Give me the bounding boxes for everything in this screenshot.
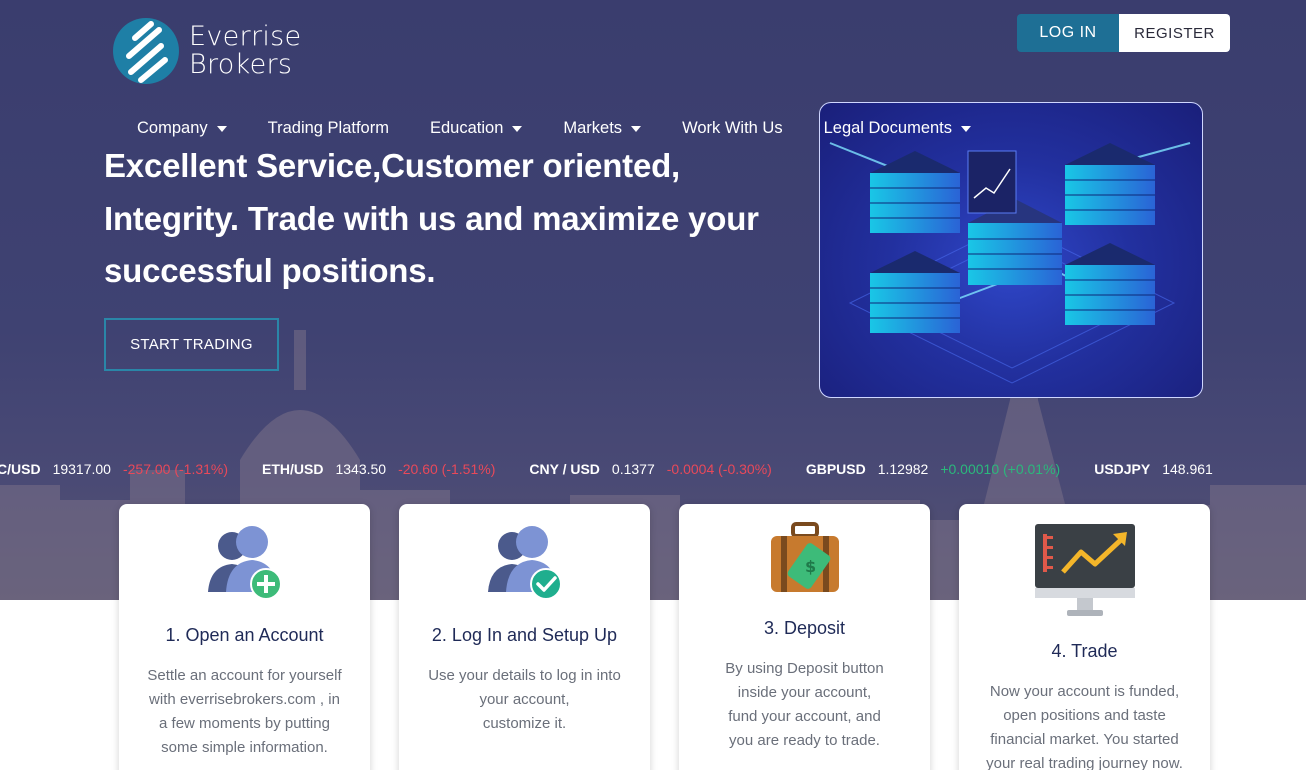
step-body-line: Now your account is funded,: [989, 683, 1180, 700]
ticker-price: 148.961: [1162, 461, 1213, 477]
ticker-symbol: USDJPY: [1094, 461, 1151, 477]
chevron-down-icon: [216, 125, 227, 132]
step-body-line: your real trading journey now.: [986, 755, 1183, 770]
start-trading-button[interactable]: START TRADING: [104, 318, 279, 371]
nav-item-trading-platform[interactable]: Trading Platform: [268, 119, 389, 138]
login-button[interactable]: LOG IN: [1017, 14, 1119, 52]
step-body-line: Use your details to log in into: [428, 667, 621, 684]
ticker-price: 1.12982: [877, 461, 929, 477]
ticker-symbol: ETH/USD: [262, 461, 324, 477]
nav-item-legal-documents[interactable]: Legal Documents: [823, 119, 972, 138]
nav-label: Markets: [563, 119, 623, 137]
nav-label: Company: [137, 119, 208, 137]
step-body: Use your details to log in into your acc…: [419, 664, 630, 736]
ticker-price: 0.1377: [611, 461, 655, 477]
money-briefcase-icon: $: [679, 522, 930, 596]
step-body-line: a few moments by putting: [159, 715, 330, 732]
step-card-open-account: 1. Open an Account Settle an account for…: [119, 504, 370, 770]
step-body-line: with everrisebrokers.com , in: [149, 691, 340, 708]
step-title: 1. Open an Account: [165, 625, 324, 645]
nav-label: Trading Platform: [267, 119, 389, 137]
nav-label: Legal Documents: [823, 119, 953, 137]
step-body-line: open positions and taste: [1003, 707, 1166, 724]
ticker-price: 1343.50: [335, 461, 387, 477]
step-body-line: By using Deposit button: [725, 660, 884, 677]
ticker-price: 19317.00: [52, 461, 111, 477]
brand-line1: Everrise: [189, 21, 302, 52]
server-illustration: [819, 102, 1203, 398]
ticker-change: -0.0004 (-0.30%): [666, 461, 772, 477]
trading-monitor-icon: [959, 522, 1210, 620]
chevron-down-icon: [512, 125, 523, 132]
add-user-icon: [119, 522, 370, 604]
ticker-change: -20.60 (-1.51%): [398, 461, 496, 477]
ticker-item[interactable]: USDJPY 148.961: [1094, 461, 1225, 477]
step-title: 2. Log In and Setup Up: [431, 625, 618, 645]
step-body-line: fund your account, and: [728, 708, 881, 725]
register-button[interactable]: REGISTER: [1119, 14, 1230, 52]
svg-text:$: $: [805, 557, 816, 576]
brand-line2: Brokers: [189, 49, 293, 80]
nav-item-education[interactable]: Education: [429, 119, 523, 138]
step-title: 3. Deposit: [763, 618, 846, 638]
step-body-line: financial market. You started: [990, 731, 1179, 748]
step-body-line: you are ready to trade.: [729, 732, 880, 749]
step-body: By using Deposit button inside your acco…: [699, 657, 910, 753]
step-body-line: customize it.: [482, 715, 567, 732]
step-card-login-setup: 2. Log In and Setup Up Use your details …: [399, 504, 650, 770]
step-title: 4. Trade: [1051, 641, 1118, 661]
step-card-trade: 4. Trade Now your account is funded, ope…: [959, 504, 1210, 770]
price-ticker: C/USD 19317.00 -257.00 (-1.31%) ETH/USD …: [0, 460, 1303, 478]
brand-name: Everrise Brokers: [189, 23, 301, 79]
verified-user-icon: [399, 522, 650, 604]
brand-logo[interactable]: Everrise Brokers: [113, 18, 301, 84]
step-body-line: Settle an account for yourself: [147, 667, 342, 684]
ticker-symbol: CNY / USD: [529, 461, 600, 477]
hero-headline: Excellent Service,Customer oriented, Int…: [104, 147, 759, 289]
ticker-symbol: C/USD: [0, 461, 41, 477]
ticker-symbol: GBPUSD: [805, 461, 866, 477]
ticker-item[interactable]: ETH/USD 1343.50 -20.60 (-1.51%): [262, 461, 495, 477]
logo-mark-icon: [113, 18, 179, 84]
step-body-line: some simple information.: [161, 739, 328, 756]
nav-item-markets[interactable]: Markets: [563, 119, 642, 138]
nav-item-company[interactable]: Company: [137, 119, 227, 138]
ticker-change: -257.00 (-1.31%): [122, 461, 229, 477]
nav-label: Education: [429, 119, 504, 137]
ticker-change: +0.00010 (+0.01%): [940, 461, 1061, 477]
step-body-line: your account,: [479, 691, 570, 708]
ticker-item[interactable]: GBPUSD 1.12982 +0.00010 (+0.01%): [806, 461, 1060, 477]
auth-buttons: LOG IN REGISTER: [1017, 14, 1230, 52]
chevron-down-icon: [631, 125, 642, 132]
ticker-item[interactable]: CNY / USD 0.1377 -0.0004 (-0.30%): [529, 461, 771, 477]
chevron-down-icon: [961, 125, 972, 132]
ticker-item[interactable]: C/USD 19317.00 -257.00 (-1.31%): [0, 461, 228, 477]
step-card-deposit: $ 3. Deposit By using Deposit button ins…: [679, 504, 930, 770]
step-body-line: inside your account,: [737, 684, 872, 701]
nav-label: Work With Us: [682, 119, 783, 137]
main-nav: Company Trading Platform Education Marke…: [137, 119, 1012, 138]
step-body: Settle an account for yourself with ever…: [139, 664, 350, 760]
nav-item-work-with-us[interactable]: Work With Us: [682, 119, 783, 138]
step-body: Now your account is funded, open positio…: [979, 680, 1190, 770]
